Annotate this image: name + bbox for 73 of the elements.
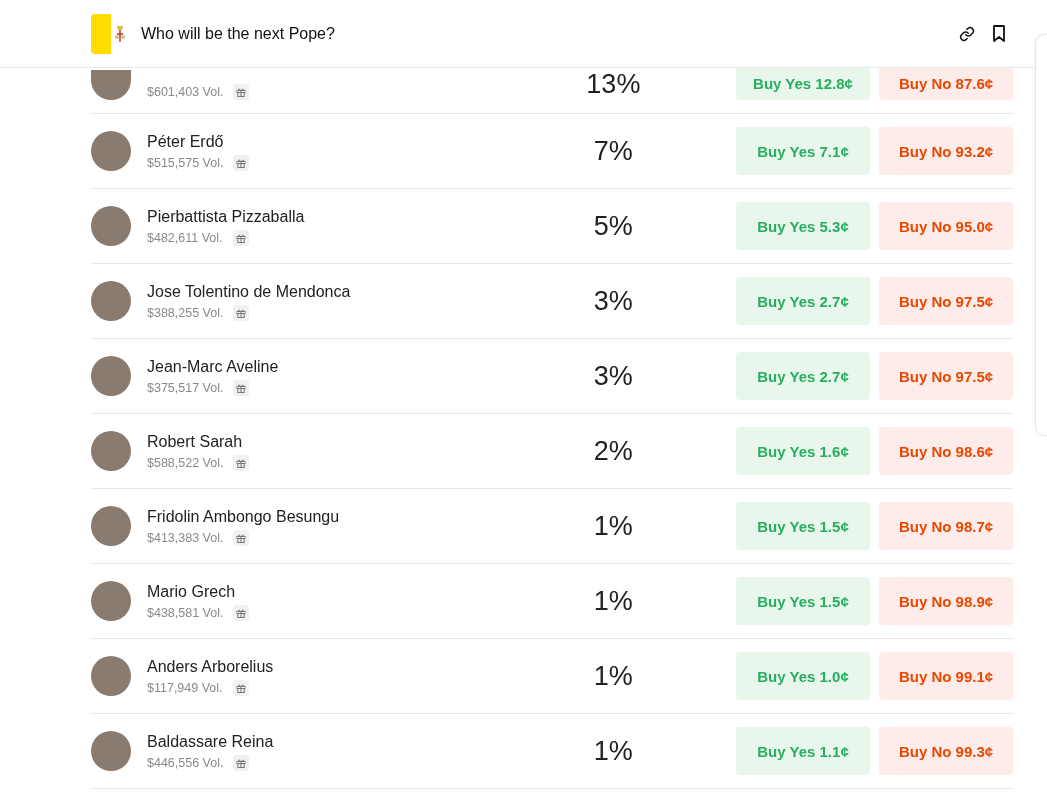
buy-yes-button[interactable]: Buy Yes 1.0¢ xyxy=(736,652,870,700)
avatar-photo-placeholder xyxy=(91,656,131,696)
gift-icon[interactable] xyxy=(233,304,250,321)
gift-icon[interactable] xyxy=(233,754,250,771)
volume-text: $446,556 Vol. xyxy=(147,755,224,770)
chance-percent: 3% xyxy=(592,285,634,317)
chance-percent: 3% xyxy=(592,360,634,392)
gift-icon[interactable] xyxy=(233,529,250,546)
candidate-name: Péter Erdő xyxy=(147,131,225,152)
buy-no-button[interactable]: Buy No 99.3¢ xyxy=(879,727,1013,775)
chance-percent: 1% xyxy=(592,735,634,767)
candidate-name: Jose Tolentino de Mendonca xyxy=(147,281,352,302)
candidate-name: Anders Arborelius xyxy=(147,656,275,677)
chance-percent: 2% xyxy=(592,435,634,467)
volume-text: $413,383 Vol. xyxy=(147,530,224,545)
candidate-name: Fridolin Ambongo Besungu xyxy=(147,506,341,527)
avatar-photo-placeholder xyxy=(91,281,131,321)
chance-percent: 1% xyxy=(592,510,634,542)
buy-no-button[interactable]: Buy No 98.6¢ xyxy=(879,427,1013,475)
emblem-icon xyxy=(114,24,126,43)
buy-no-button[interactable]: Buy No 99.1¢ xyxy=(879,652,1013,700)
gift-icon[interactable] xyxy=(233,84,250,100)
avatar-photo-placeholder xyxy=(91,431,131,471)
chance-percent: 13% xyxy=(585,69,642,100)
gift-icon[interactable] xyxy=(232,679,249,696)
market-title: Who will be the next Pope? xyxy=(141,24,336,43)
buy-no-button[interactable]: Buy No 97.5¢ xyxy=(879,352,1013,400)
candidate-name: Robert Sarah xyxy=(147,431,244,452)
volume-text: $375,517 Vol. xyxy=(147,380,224,395)
candidate-name: Baldassare Reina xyxy=(147,731,275,752)
buy-no-button[interactable]: Buy No 98.7¢ xyxy=(879,502,1013,550)
avatar-photo-placeholder xyxy=(91,70,131,100)
avatar-photo-placeholder xyxy=(91,131,131,171)
candidate-name: Pierbattista Pizzaballa xyxy=(147,206,306,227)
buy-yes-button[interactable]: Buy Yes 1.5¢ xyxy=(736,577,870,625)
gift-icon[interactable] xyxy=(233,379,250,396)
candidate-name: Mario Grech xyxy=(147,581,237,602)
gift-icon[interactable] xyxy=(232,229,249,246)
buy-yes-button[interactable]: Buy Yes 1.5¢ xyxy=(736,502,870,550)
chance-percent: 7% xyxy=(592,135,634,167)
buy-no-button[interactable]: Buy No 97.5¢ xyxy=(879,277,1013,325)
avatar-photo-placeholder xyxy=(91,506,131,546)
bookmark-icon[interactable] xyxy=(990,24,1008,43)
avatar-photo-placeholder xyxy=(91,731,131,771)
chance-percent: 5% xyxy=(592,210,634,242)
buy-yes-button[interactable]: Buy Yes 1.6¢ xyxy=(736,427,870,475)
buy-no-button[interactable]: Buy No 93.2¢ xyxy=(879,127,1013,175)
avatar-photo-placeholder xyxy=(91,356,131,396)
gift-icon[interactable] xyxy=(233,154,250,171)
chance-percent: 1% xyxy=(592,660,634,692)
volume-text: $601,403 Vol. xyxy=(147,85,224,99)
buy-no-button[interactable]: Buy No 87.6¢ xyxy=(879,67,1013,100)
buy-yes-button[interactable]: Buy Yes 2.7¢ xyxy=(736,352,870,400)
buy-yes-button[interactable]: Buy Yes 2.7¢ xyxy=(736,277,870,325)
buy-no-button[interactable]: Buy No 98.9¢ xyxy=(879,577,1013,625)
chance-percent: 1% xyxy=(592,585,634,617)
gift-icon[interactable] xyxy=(233,454,250,471)
volume-text: $588,522 Vol. xyxy=(147,455,224,470)
buy-yes-button[interactable]: Buy Yes 1.1¢ xyxy=(736,727,870,775)
buy-yes-button[interactable]: Buy Yes 12.8¢ xyxy=(736,67,870,100)
volume-text: $388,255 Vol. xyxy=(147,305,224,320)
buy-no-button[interactable]: Buy No 95.0¢ xyxy=(879,202,1013,250)
avatar-photo-placeholder xyxy=(91,206,131,246)
candidate-name: Jean-Marc Aveline xyxy=(147,356,280,377)
link-icon[interactable] xyxy=(958,24,976,43)
volume-text: $482,611 Vol. xyxy=(147,230,223,245)
buy-yes-button[interactable]: Buy Yes 7.1¢ xyxy=(736,127,870,175)
volume-text: $117,949 Vol. xyxy=(147,680,223,695)
buy-yes-button[interactable]: Buy Yes 5.3¢ xyxy=(736,202,870,250)
gift-icon[interactable] xyxy=(233,604,250,621)
volume-text: $515,575 Vol. xyxy=(147,155,224,170)
avatar-photo-placeholder xyxy=(91,581,131,621)
volume-text: $438,581 Vol. xyxy=(147,605,224,620)
